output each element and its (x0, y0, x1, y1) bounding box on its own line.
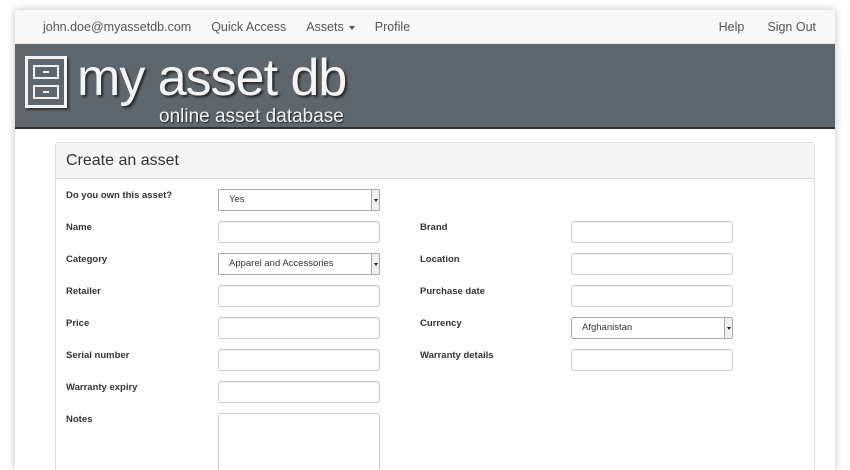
brand-label: Brand (420, 222, 448, 233)
name-label: Name (66, 222, 92, 233)
serial-number-input[interactable] (218, 349, 380, 371)
currency-select-value: Afghanistan (582, 322, 633, 333)
category-select[interactable]: Apparel and Accessories (218, 253, 380, 275)
nav-assets-label: Assets (306, 20, 344, 34)
location-label: Location (420, 254, 460, 265)
retailer-input[interactable] (218, 285, 380, 307)
warranty-expiry-input[interactable] (218, 381, 380, 403)
logo-title[interactable]: my asset db (77, 52, 347, 104)
category-label: Category (66, 254, 108, 265)
retailer-label: Retailer (66, 286, 101, 297)
warranty-expiry-label: Warranty expiry (66, 382, 138, 393)
select-arrow-icon (724, 318, 732, 338)
own-label: Do you own this asset? (66, 190, 173, 201)
filing-cabinet-icon (25, 56, 67, 108)
purchase-date-input[interactable] (571, 285, 733, 307)
nav-quick-access[interactable]: Quick Access (211, 20, 286, 34)
nav-assets-dropdown[interactable]: Assets (306, 20, 355, 34)
currency-select[interactable]: Afghanistan (571, 317, 733, 339)
location-input[interactable] (571, 253, 733, 275)
nav-sign-out[interactable]: Sign Out (767, 20, 816, 34)
caret-down-icon (348, 25, 355, 30)
warranty-details-input[interactable] (571, 349, 733, 371)
header-banner: my asset db online asset database (15, 44, 835, 129)
nav-help[interactable]: Help (719, 20, 745, 34)
brand-input[interactable] (571, 221, 733, 243)
nav-right: Help Sign Out (719, 10, 835, 44)
price-input[interactable] (218, 317, 380, 339)
purchase-date-label: Purchase date (420, 286, 485, 297)
select-arrow-icon (371, 190, 379, 210)
panel-title: Create an asset (56, 143, 814, 179)
serial-number-label: Serial number (66, 350, 130, 361)
drawer-top (33, 65, 59, 79)
currency-label: Currency (420, 318, 462, 329)
logo-subtitle: online asset database (159, 106, 344, 127)
app-window: john.doe@myassetdb.com Quick Access Asse… (15, 10, 835, 470)
notes-textarea[interactable] (218, 413, 380, 470)
warranty-details-label: Warranty details (420, 350, 494, 361)
drawer-bottom (33, 85, 59, 99)
nav-profile[interactable]: Profile (375, 20, 410, 34)
category-select-value: Apparel and Accessories (229, 258, 334, 269)
notes-label: Notes (66, 414, 93, 425)
top-navbar: john.doe@myassetdb.com Quick Access Asse… (15, 10, 835, 44)
select-arrow-icon (371, 254, 379, 274)
nav-user-email[interactable]: john.doe@myassetdb.com (43, 20, 191, 34)
own-select-value: Yes (229, 194, 245, 205)
nav-left: john.doe@myassetdb.com Quick Access Asse… (43, 10, 430, 44)
price-label: Price (66, 318, 90, 329)
name-input[interactable] (218, 221, 380, 243)
own-select[interactable]: Yes (218, 189, 380, 211)
create-asset-panel: Create an asset Do you own this asset? Y… (55, 142, 815, 470)
